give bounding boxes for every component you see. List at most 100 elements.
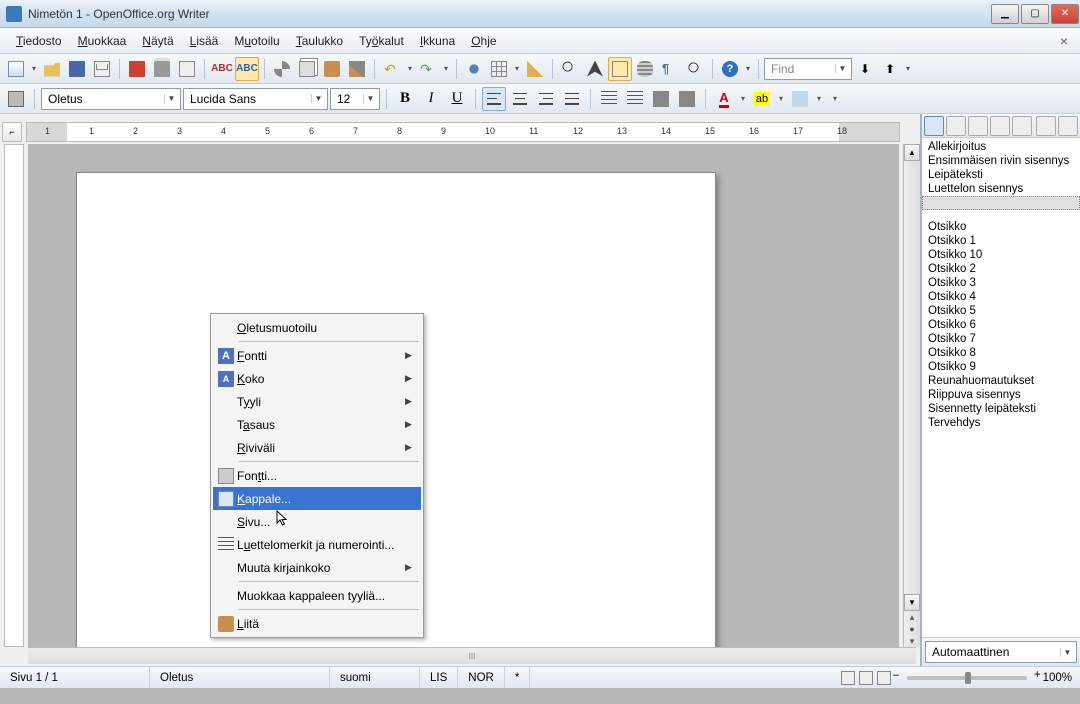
chevron-down-icon[interactable]: ▼: [835, 64, 849, 73]
context-menu-item[interactable]: Tasaus▶: [213, 413, 421, 436]
menu-window[interactable]: Ikkuna: [412, 31, 463, 51]
navigator-button[interactable]: [583, 57, 607, 81]
menu-table[interactable]: Taulukko: [288, 31, 351, 51]
email-button[interactable]: [90, 57, 114, 81]
single-page-icon[interactable]: [841, 671, 855, 685]
style-item[interactable]: Otsikko 4: [922, 290, 1080, 304]
style-item[interactable]: Leipäteksti: [922, 168, 1080, 182]
menu-format[interactable]: Muotoilu: [226, 31, 287, 51]
style-item[interactable]: Otsikko 9: [922, 360, 1080, 374]
fill-format-button[interactable]: [1036, 116, 1056, 136]
style-item[interactable]: Otsikko 6: [922, 318, 1080, 332]
document-viewport[interactable]: [28, 144, 899, 647]
decrease-indent-button[interactable]: [649, 87, 673, 111]
nonprinting-chars-button[interactable]: ¶: [658, 57, 682, 81]
zoom-thumb[interactable]: [965, 672, 971, 684]
zoom-button[interactable]: [683, 57, 707, 81]
font-color-dropdown[interactable]: ▾: [738, 94, 748, 103]
hyperlink-button[interactable]: [462, 57, 486, 81]
style-item[interactable]: Otsikko 7: [922, 332, 1080, 346]
increase-indent-button[interactable]: [675, 87, 699, 111]
page-styles-tab[interactable]: [990, 116, 1010, 136]
copy-button[interactable]: [295, 57, 319, 81]
new-doc-dropdown[interactable]: ▾: [29, 64, 39, 73]
style-item[interactable]: Tervehdys: [922, 416, 1080, 430]
open-button[interactable]: [40, 57, 64, 81]
font-color-button[interactable]: A: [712, 87, 736, 111]
undo-dropdown[interactable]: ▾: [405, 64, 415, 73]
menu-help[interactable]: Ohje: [463, 31, 504, 51]
style-item[interactable]: Sisennetty leipäteksti: [922, 402, 1080, 416]
status-style[interactable]: Oletus: [150, 667, 330, 688]
help-dropdown[interactable]: ▾: [743, 64, 753, 73]
italic-button[interactable]: I: [419, 87, 443, 111]
menu-file[interactable]: Tiedosto: [8, 31, 70, 51]
paragraph-style-combo[interactable]: Oletus ▼: [41, 88, 181, 110]
menu-view[interactable]: Näytä: [134, 31, 181, 51]
align-center-button[interactable]: [508, 87, 532, 111]
highlight-dropdown[interactable]: ▾: [776, 94, 786, 103]
ruler-corner[interactable]: ⌐: [2, 122, 22, 142]
styles-list[interactable]: AllekirjoitusEnsimmäisen rivin sisennysL…: [922, 138, 1080, 637]
underline-button[interactable]: U: [445, 87, 469, 111]
bold-button[interactable]: B: [393, 87, 417, 111]
show-draw-button[interactable]: [523, 57, 547, 81]
align-left-button[interactable]: [482, 87, 506, 111]
context-menu-item[interactable]: Oletusmuotoilu: [213, 316, 421, 339]
scroll-down-button[interactable]: ▼: [904, 594, 920, 611]
scroll-track[interactable]: [904, 161, 920, 594]
toolbar-overflow[interactable]: ▾: [903, 64, 913, 73]
zoom-slider[interactable]: [907, 676, 1027, 680]
help-button[interactable]: ?: [718, 57, 742, 81]
context-menu-item[interactable]: Muokkaa kappaleen tyyliä...: [213, 584, 421, 607]
maximize-button[interactable]: ▢: [1021, 4, 1049, 24]
styles-filter-combo[interactable]: Automaattinen ▼: [925, 641, 1077, 663]
chevron-down-icon[interactable]: ▼: [164, 94, 178, 103]
scroll-up-button[interactable]: ▲: [904, 144, 920, 161]
table-dropdown[interactable]: ▾: [512, 64, 522, 73]
horizontal-ruler[interactable]: 1123456789101112131415161718: [26, 122, 900, 142]
nav-next-icon[interactable]: ▾: [904, 635, 920, 647]
undo-button[interactable]: ↶: [380, 57, 404, 81]
book-view-icon[interactable]: [877, 671, 891, 685]
find-prev-button[interactable]: ⬆: [878, 57, 902, 81]
close-button[interactable]: ✕: [1051, 4, 1079, 24]
styles-window-button[interactable]: [4, 87, 28, 111]
context-menu-item[interactable]: Kappale...: [213, 487, 421, 510]
gallery-button[interactable]: [608, 57, 632, 81]
font-size-combo[interactable]: 12 ▼: [330, 88, 380, 110]
context-menu-item[interactable]: AFontti▶: [213, 344, 421, 367]
style-item[interactable]: Otsikko 8: [922, 346, 1080, 360]
style-item[interactable]: Otsikko 3: [922, 276, 1080, 290]
menu-tools[interactable]: Työkalut: [351, 31, 412, 51]
list-styles-tab[interactable]: [1012, 116, 1032, 136]
toolbar2-overflow[interactable]: ▾: [830, 94, 840, 103]
export-pdf-button[interactable]: [125, 57, 149, 81]
horizontal-scrollbar[interactable]: III: [28, 647, 916, 664]
context-menu-item[interactable]: AKoko▶: [213, 367, 421, 390]
style-item[interactable]: Otsikko 1: [922, 234, 1080, 248]
status-selection-mode[interactable]: NOR: [458, 667, 505, 688]
status-page[interactable]: Sivu 1 / 1: [0, 667, 150, 688]
context-menu-item[interactable]: Liitä: [213, 612, 421, 635]
align-justify-button[interactable]: [560, 87, 584, 111]
bg-color-dropdown[interactable]: ▾: [814, 94, 824, 103]
nav-select-icon[interactable]: ●: [904, 623, 920, 635]
paste-button[interactable]: [320, 57, 344, 81]
save-button[interactable]: [65, 57, 89, 81]
cut-button[interactable]: [270, 57, 294, 81]
context-menu-item[interactable]: Muuta kirjainkoko▶: [213, 556, 421, 579]
style-item[interactable]: Otsikko 2: [922, 262, 1080, 276]
menubar-close-icon[interactable]: ×: [1056, 33, 1072, 49]
context-menu-item[interactable]: Luettelomerkit ja numerointi...: [213, 533, 421, 556]
redo-dropdown[interactable]: ▾: [441, 64, 451, 73]
context-menu-item[interactable]: Tyyli▶: [213, 390, 421, 413]
new-style-button[interactable]: [1058, 116, 1078, 136]
context-menu-item[interactable]: Sivu...: [213, 510, 421, 533]
find-replace-button[interactable]: [558, 57, 582, 81]
chevron-down-icon[interactable]: ▼: [311, 94, 325, 103]
chevron-down-icon[interactable]: ▼: [1060, 648, 1074, 657]
numbered-list-button[interactable]: [597, 87, 621, 111]
menu-edit[interactable]: Muokkaa: [70, 31, 135, 51]
character-styles-tab[interactable]: [946, 116, 966, 136]
